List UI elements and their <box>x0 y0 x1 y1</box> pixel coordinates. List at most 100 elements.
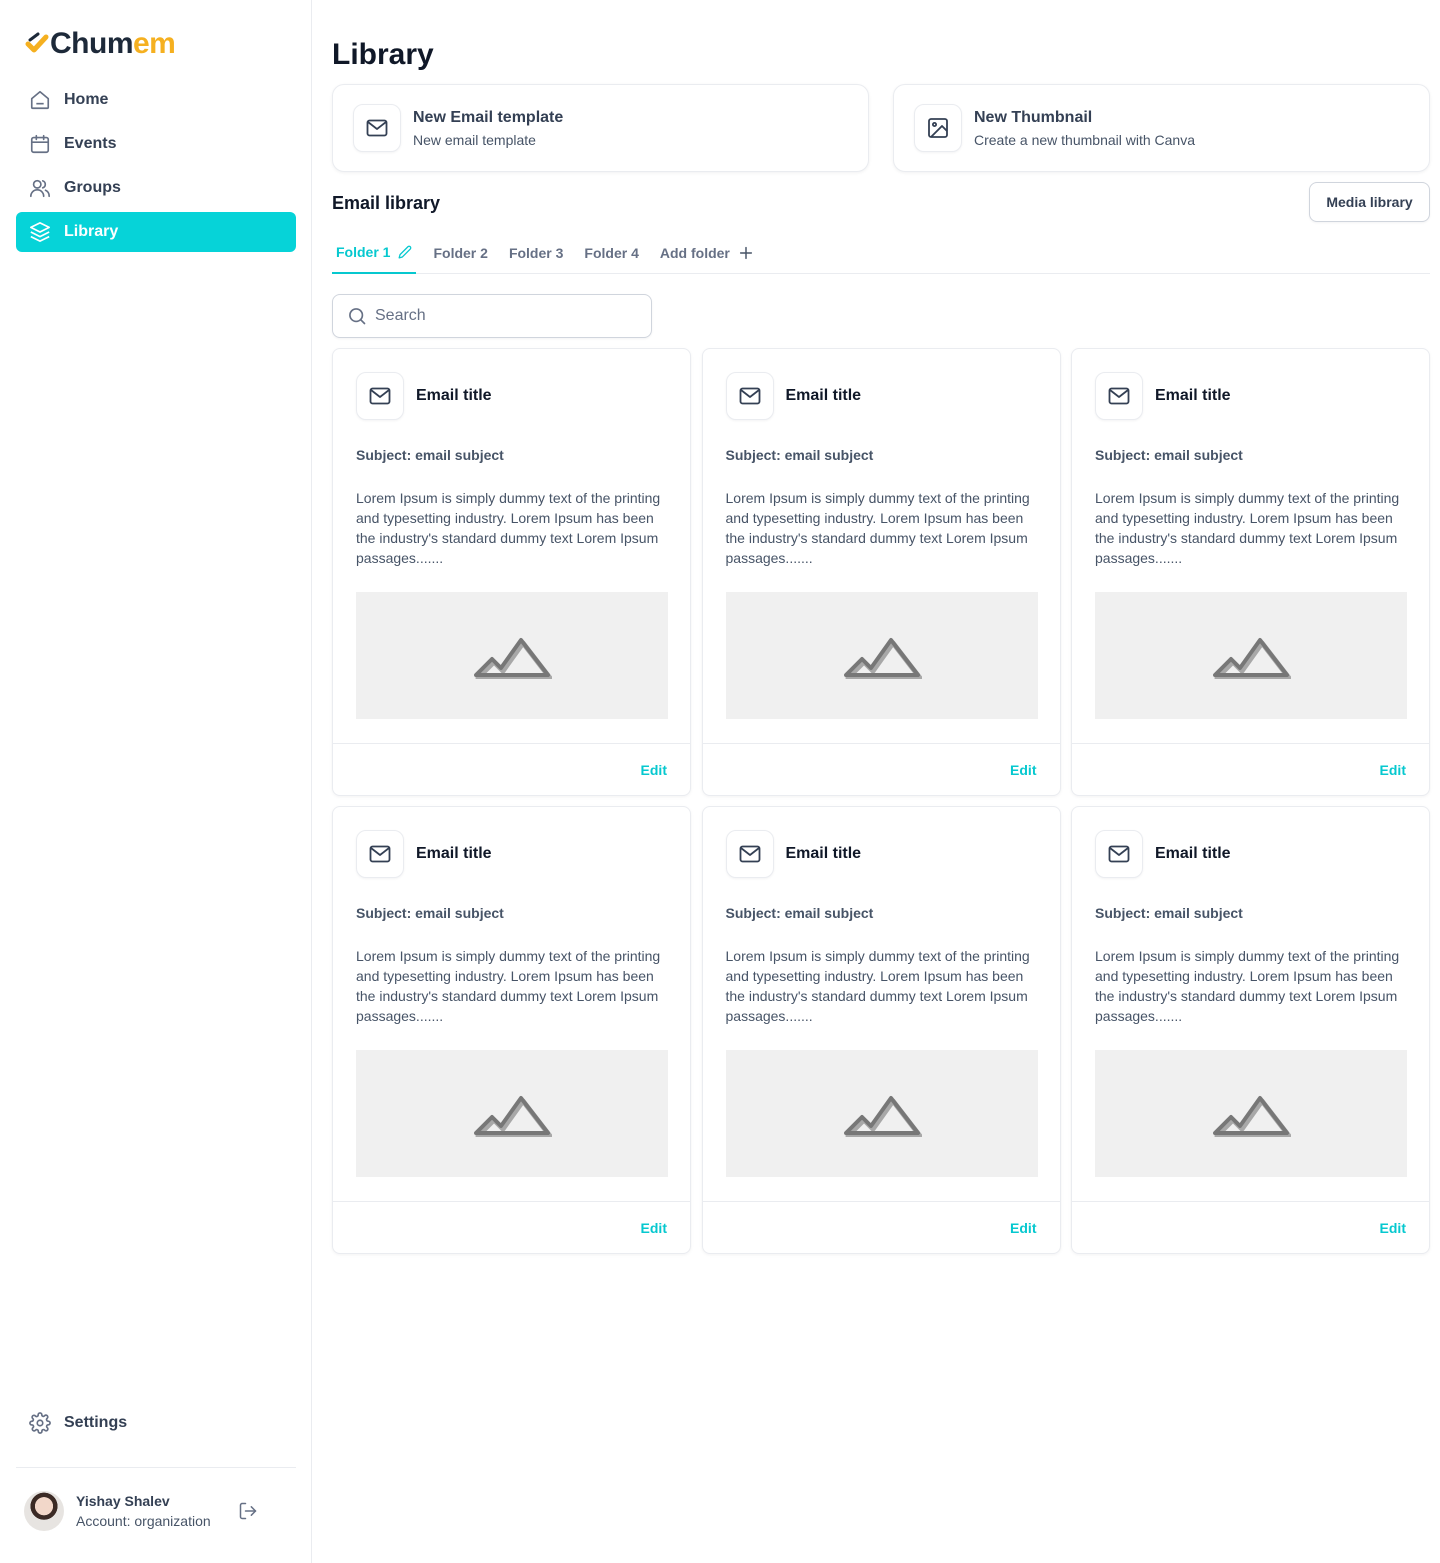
tab-label: Folder 2 <box>433 245 488 261</box>
add-folder-button[interactable]: Add folder <box>656 232 758 274</box>
email-card-title: Email title <box>416 387 492 404</box>
user-profile: Yishay Shalev Account: organization <box>24 1489 288 1533</box>
brand-name-accent: em <box>133 27 176 60</box>
email-card-title: Email title <box>1155 387 1231 404</box>
email-card-body: Lorem Ipsum is simply dummy text of the … <box>356 490 661 566</box>
email-card[interactable]: Email title Subject: email subject Lorem… <box>1071 806 1430 1254</box>
email-card-body: Lorem Ipsum is simply dummy text of the … <box>725 490 1030 566</box>
user-account: Account: organization <box>76 1513 211 1529</box>
new-email-template-subtitle: New email template <box>413 132 536 148</box>
logout-button[interactable] <box>236 1499 260 1523</box>
tab-label: Folder 3 <box>508 245 564 261</box>
new-thumbnail-card[interactable]: New Thumbnail Create a new thumbnail wit… <box>893 84 1430 172</box>
mail-icon <box>1095 830 1143 878</box>
email-library-title: Email library <box>332 193 441 213</box>
tab-folder-4[interactable]: Folder 4 <box>580 232 642 274</box>
search-box <box>332 294 652 338</box>
email-card[interactable]: Email title Subject: email subject Lorem… <box>1071 348 1430 796</box>
email-card-thumbnail <box>356 592 668 719</box>
plus-icon <box>738 245 754 261</box>
tab-folder-2[interactable]: Folder 2 <box>429 232 491 274</box>
image-placeholder-icon <box>843 637 922 679</box>
sidebar-item-label: Home <box>64 91 109 108</box>
avatar[interactable] <box>24 1491 64 1531</box>
image-placeholder-icon <box>1213 1095 1291 1137</box>
tab-folder-3[interactable]: Folder 3 <box>505 232 567 274</box>
email-card-thumbnail <box>725 592 1038 719</box>
email-card-subject: Subject: email subject <box>725 905 874 921</box>
page-title: Library <box>332 38 434 71</box>
tab-label: Folder 4 <box>584 245 639 261</box>
logo-mark-icon <box>25 32 49 53</box>
sidebar-item-events[interactable]: Events <box>16 124 296 164</box>
sidebar-item-library[interactable]: Library <box>16 212 296 252</box>
edit-button[interactable]: Edit <box>1010 762 1036 778</box>
email-card[interactable]: Email title Subject: email subject Lorem… <box>332 806 691 1254</box>
search-input[interactable] <box>375 307 635 325</box>
mail-icon <box>356 372 404 420</box>
folder-tabs: Folder 1 Folder 2 Folder 3 Folder 4 Add … <box>332 232 1430 274</box>
sidebar-nav: Home Events Groups Library <box>16 80 296 256</box>
sidebar-item-settings[interactable]: Settings <box>16 1403 296 1443</box>
sidebar-item-home[interactable]: Home <box>16 80 296 120</box>
email-card-grid: Email title Subject: email subject Lorem… <box>332 348 1430 1254</box>
mail-icon <box>353 104 401 152</box>
media-library-button[interactable]: Media library <box>1309 182 1430 222</box>
email-card-subject: Subject: email subject <box>356 447 504 463</box>
calendar-icon <box>28 132 52 156</box>
email-card-thumbnail <box>1095 592 1407 719</box>
user-name: Yishay Shalev <box>76 1493 170 1509</box>
sidebar-divider <box>16 1467 296 1468</box>
edit-button[interactable]: Edit <box>1010 1220 1036 1236</box>
sidebar-settings: Settings <box>16 1403 296 1447</box>
email-card-footer: Edit <box>702 743 1060 796</box>
email-card-title: Email title <box>785 387 862 404</box>
new-thumbnail-subtitle: Create a new thumbnail with Canva <box>974 132 1196 148</box>
home-icon <box>28 88 52 112</box>
mail-icon <box>725 372 774 420</box>
tab-label: Add folder <box>659 245 730 261</box>
sidebar-item-groups[interactable]: Groups <box>16 168 296 208</box>
image-placeholder-icon <box>1213 637 1291 679</box>
new-thumbnail-title: New Thumbnail <box>974 109 1093 126</box>
new-email-template-card[interactable]: New Email template New email template <box>332 84 869 172</box>
email-card-body: Lorem Ipsum is simply dummy text of the … <box>356 948 661 1024</box>
email-card-footer: Edit <box>702 1201 1060 1254</box>
users-icon <box>28 176 52 200</box>
tab-label: Folder 1 <box>336 244 391 260</box>
email-card-thumbnail <box>356 1050 668 1177</box>
email-card-title: Email title <box>416 845 492 862</box>
email-card-subject: Subject: email subject <box>356 905 504 921</box>
email-card-body: Lorem Ipsum is simply dummy text of the … <box>1095 948 1400 1024</box>
sidebar-item-label: Settings <box>64 1414 128 1431</box>
email-card-subject: Subject: email subject <box>1095 905 1243 921</box>
tab-folder-1[interactable]: Folder 1 <box>332 232 417 274</box>
brand-name-main: Chum <box>50 27 134 60</box>
edit-button[interactable]: Edit <box>1380 1220 1406 1236</box>
sidebar: Chumem Home Events Groups Library Settin… <box>0 0 312 1563</box>
sidebar-item-label: Library <box>64 223 119 240</box>
pencil-icon[interactable] <box>398 245 412 259</box>
image-placeholder-icon <box>843 1095 922 1137</box>
logout-icon <box>239 1502 257 1520</box>
gear-icon <box>28 1411 52 1435</box>
email-card-footer: Edit <box>1072 743 1429 796</box>
email-card-subject: Subject: email subject <box>725 447 874 463</box>
email-card-footer: Edit <box>1072 1201 1429 1254</box>
edit-button[interactable]: Edit <box>1380 762 1406 778</box>
email-card-body: Lorem Ipsum is simply dummy text of the … <box>1095 490 1400 566</box>
email-card-title: Email title <box>1155 845 1231 862</box>
email-card[interactable]: Email title Subject: email subject Lorem… <box>701 348 1061 796</box>
email-card-footer: Edit <box>333 1201 690 1254</box>
search-icon <box>349 308 366 325</box>
email-card[interactable]: Email title Subject: email subject Lorem… <box>332 348 691 796</box>
edit-button[interactable]: Edit <box>641 1220 667 1236</box>
email-card-footer: Edit <box>333 743 690 796</box>
email-card-thumbnail <box>725 1050 1038 1177</box>
email-card[interactable]: Email title Subject: email subject Lorem… <box>701 806 1061 1254</box>
mail-icon <box>725 830 774 878</box>
sidebar-item-label: Events <box>64 135 117 152</box>
sidebar-item-label: Groups <box>64 179 121 196</box>
edit-button[interactable]: Edit <box>641 762 667 778</box>
brand-logo[interactable]: Chumem <box>24 26 176 62</box>
